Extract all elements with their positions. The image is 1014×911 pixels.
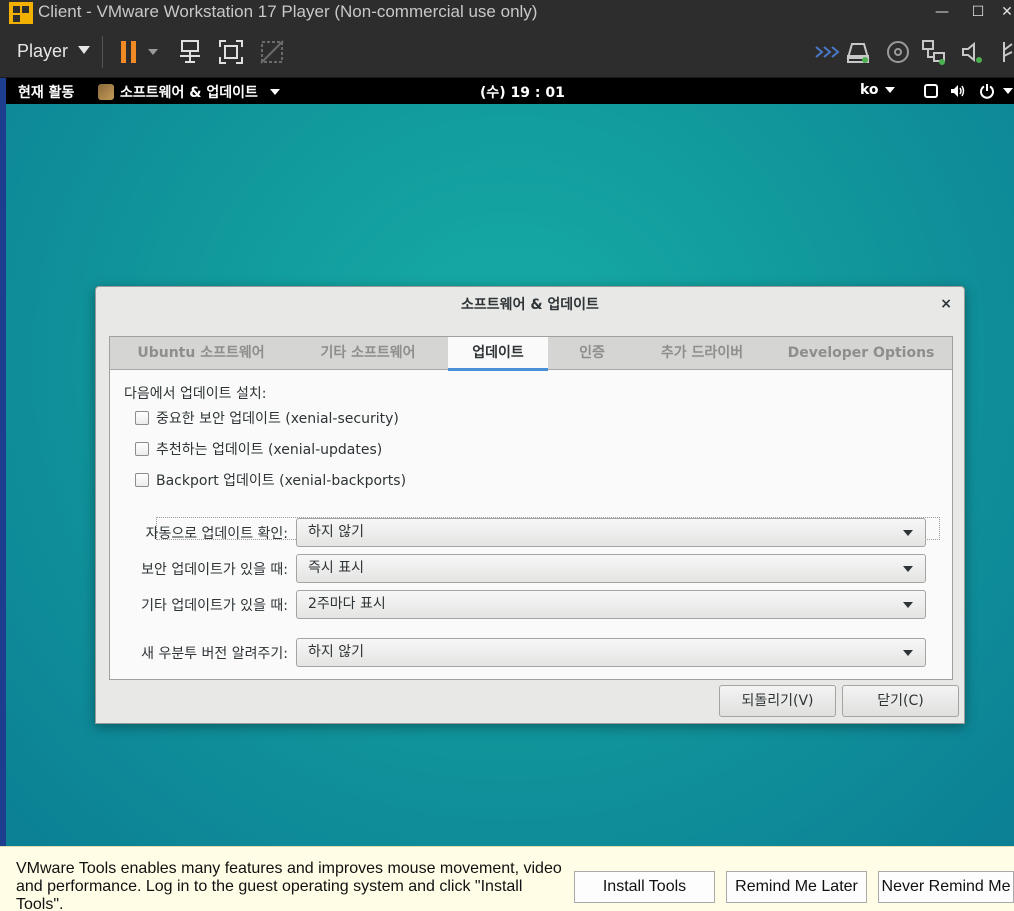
chevron-down-icon	[903, 530, 913, 536]
toolbar-separator	[102, 36, 103, 68]
never-remind-button[interactable]: Never Remind Me	[878, 871, 1014, 903]
tab-additional-drivers[interactable]: 추가 드라이버	[640, 337, 764, 370]
auto-check-label: 자동으로 업데이트 확인:	[145, 526, 288, 542]
tab-other-software[interactable]: 기타 소프트웨어	[300, 337, 436, 370]
tab-updates[interactable]: 업데이트	[448, 337, 548, 371]
tab-ubuntu-software[interactable]: Ubuntu 소프트웨어	[124, 337, 278, 370]
screen-icon[interactable]	[923, 83, 939, 99]
usb-icon[interactable]	[996, 38, 1014, 66]
network-adapter-icon[interactable]	[920, 38, 948, 66]
minimize-button[interactable]: —	[927, 0, 957, 26]
pause-icon[interactable]	[116, 38, 144, 66]
power-icon[interactable]	[979, 83, 995, 99]
language-caret-icon	[884, 87, 895, 93]
auto-check-value: 하지 않기	[308, 524, 364, 540]
security-updates-label[interactable]: 중요한 보안 업데이트 (xenial-security)	[156, 408, 399, 428]
security-updates-when-label: 보안 업데이트가 있을 때:	[141, 562, 288, 578]
tab-authentication[interactable]: 인증	[562, 337, 622, 370]
revert-button[interactable]: 되돌리기(V)	[719, 685, 836, 717]
install-updates-from-label: 다음에서 업데이트 설치:	[124, 386, 267, 402]
backport-updates-checkbox[interactable]	[135, 473, 149, 487]
hard-disk-icon[interactable]	[844, 38, 872, 66]
fullscreen-icon[interactable]	[217, 38, 245, 66]
tab-developer-options[interactable]: Developer Options	[786, 337, 936, 370]
vmware-app-icon	[9, 2, 33, 24]
chevron-down-icon	[903, 650, 913, 656]
cd-icon[interactable]	[884, 38, 912, 66]
software-updates-dialog: 소프트웨어 & 업데이트 × Ubuntu 소프트웨어 기타 소프트웨어 업데이…	[95, 286, 965, 724]
other-updates-when-combo[interactable]: 2주마다 표시	[296, 590, 926, 619]
app-menu-button[interactable]: 소프트웨어 & 업데이트	[98, 82, 280, 102]
other-updates-when-value: 2주마다 표시	[308, 596, 386, 612]
security-updates-checkbox[interactable]	[135, 411, 149, 425]
install-tools-button[interactable]: Install Tools	[574, 871, 715, 903]
clock[interactable]: (수) 19 : 01	[480, 82, 565, 102]
ubuntu-top-panel: 현재 활동 소프트웨어 & 업데이트 (수) 19 : 01 ko	[6, 78, 1014, 104]
language-label: ko	[860, 82, 879, 98]
tab-bar: Ubuntu 소프트웨어 기타 소프트웨어 업데이트 인증 추가 드라이버 De…	[110, 337, 952, 371]
security-updates-when-combo[interactable]: 즉시 표시	[296, 554, 926, 583]
close-button[interactable]: 닫기(C)	[842, 685, 959, 717]
sound-icon[interactable]	[958, 38, 986, 66]
close-window-button[interactable]: ✕	[992, 0, 1014, 26]
unity-icon[interactable]	[258, 38, 286, 66]
new-version-notify-label: 새 우분투 버전 알려주기:	[141, 646, 288, 662]
player-menu-button[interactable]: Player	[17, 41, 68, 62]
auto-check-combo[interactable]: 하지 않기	[296, 518, 926, 547]
software-updates-app-icon	[98, 84, 114, 100]
security-updates-when-value: 즉시 표시	[308, 560, 364, 576]
vmware-title-bar: Client - VMware Workstation 17 Player (N…	[0, 0, 1014, 26]
system-menu-caret-icon[interactable]	[1003, 88, 1013, 94]
backport-updates-label[interactable]: Backport 업데이트 (xenial-backports)	[156, 470, 406, 490]
player-menu-caret-icon[interactable]	[78, 46, 90, 54]
remind-later-button[interactable]: Remind Me Later	[726, 871, 867, 903]
other-updates-when-label: 기타 업데이트가 있을 때:	[141, 598, 288, 614]
network-icon[interactable]	[812, 38, 840, 66]
new-version-notify-combo[interactable]: 하지 않기	[296, 638, 926, 667]
window-title: Client - VMware Workstation 17 Player (N…	[38, 2, 538, 21]
vmware-toolbar: Player	[0, 26, 1014, 78]
vmware-tools-message: VMware Tools enables many features and i…	[16, 860, 562, 911]
send-ctrl-alt-del-icon[interactable]	[177, 38, 205, 66]
activities-button[interactable]: 현재 활동	[18, 82, 74, 102]
app-menu-label: 소프트웨어 & 업데이트	[120, 85, 258, 101]
volume-icon[interactable]	[950, 83, 966, 99]
vmware-tools-bar: VMware Tools enables many features and i…	[0, 846, 1014, 911]
chevron-down-icon	[903, 566, 913, 572]
settings-notebook: Ubuntu 소프트웨어 기타 소프트웨어 업데이트 인증 추가 드라이버 De…	[109, 336, 953, 680]
dialog-title: 소프트웨어 & 업데이트	[461, 297, 599, 313]
pause-dropdown-icon[interactable]	[146, 38, 160, 66]
new-version-notify-value: 하지 않기	[308, 644, 364, 660]
dialog-close-button[interactable]: ×	[940, 296, 952, 312]
recommended-updates-label[interactable]: 추천하는 업데이트 (xenial-updates)	[156, 439, 382, 459]
app-menu-caret-icon	[269, 89, 280, 95]
language-indicator[interactable]: ko	[860, 82, 895, 98]
maximize-button[interactable]: ☐	[963, 0, 993, 26]
recommended-updates-checkbox[interactable]	[135, 442, 149, 456]
chevron-down-icon	[903, 602, 913, 608]
